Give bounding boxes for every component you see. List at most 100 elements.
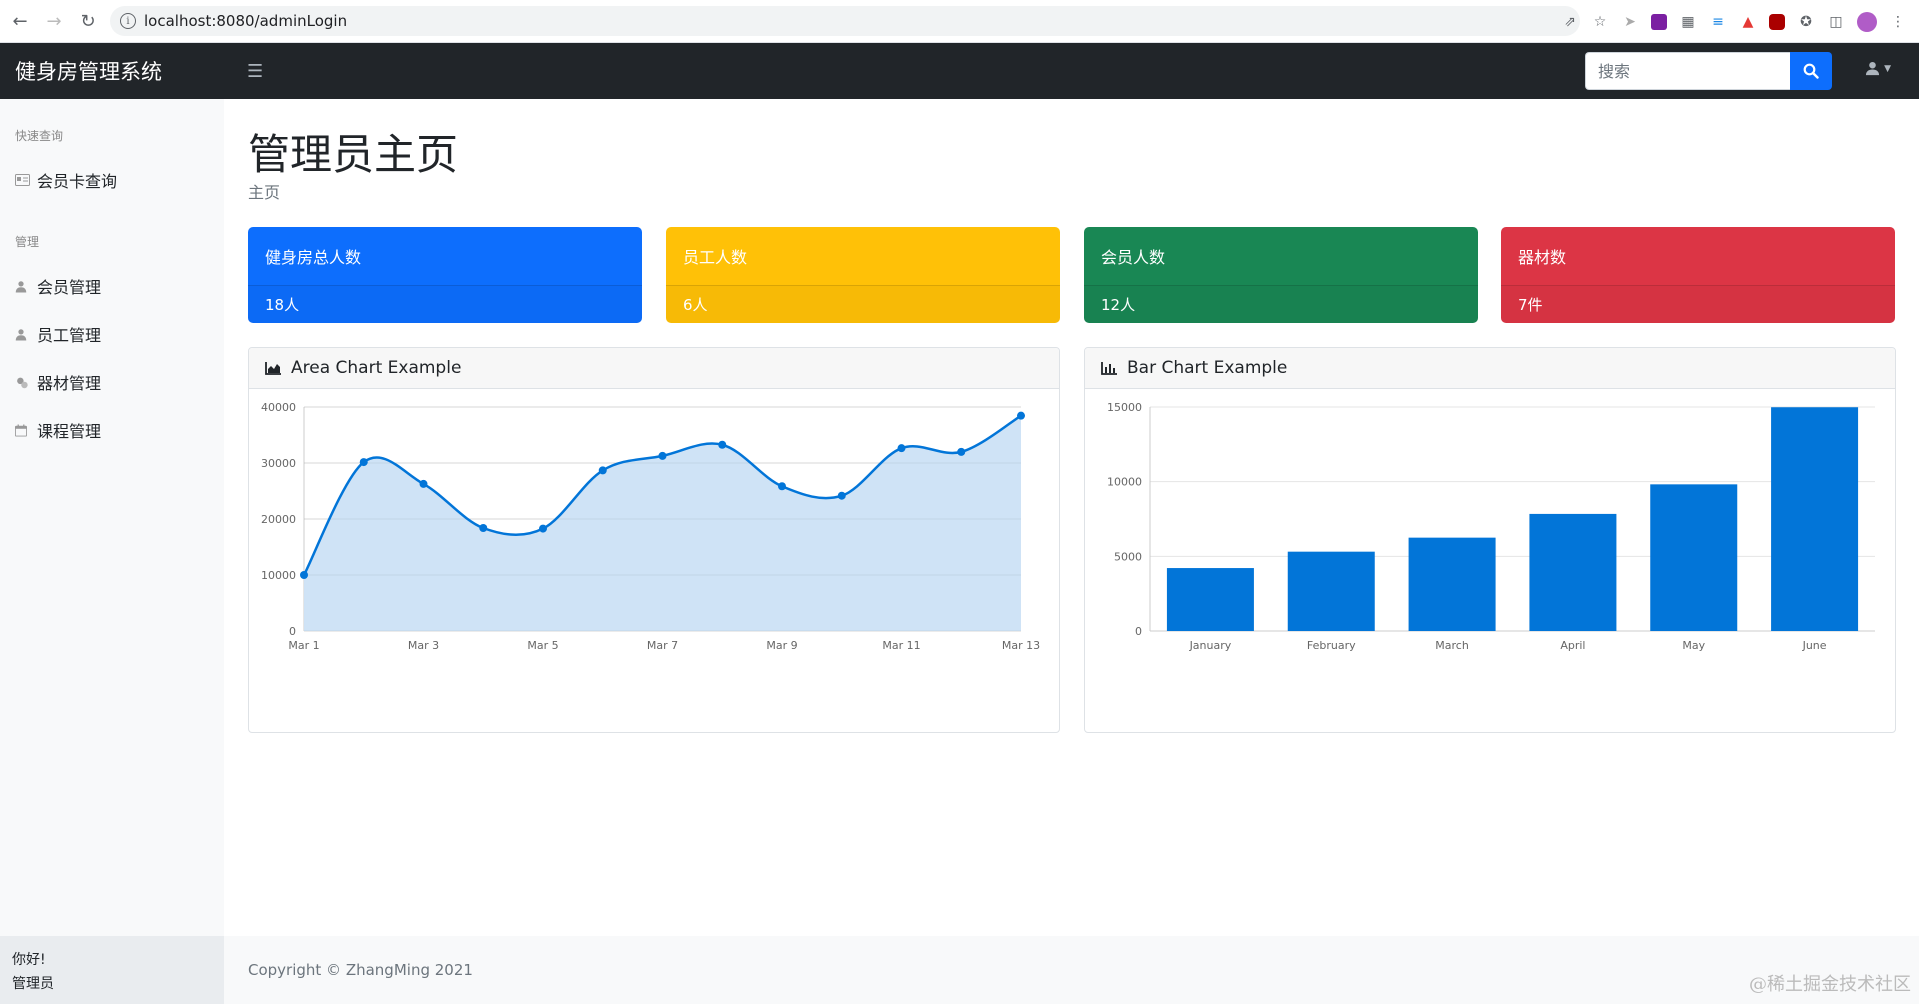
data-point [658,451,667,460]
bar-chart-header: Bar Chart Example [1085,348,1895,389]
card-value: 6人 [666,285,1060,323]
bar [1650,484,1738,631]
area-chart-icon [265,361,281,375]
search-button[interactable] [1790,52,1832,90]
breadcrumb: 主页 [248,183,281,202]
top-navbar: 健身房管理系统 ☰ ▼ [0,43,1919,99]
extension-red-icon[interactable]: ▲ [1739,13,1757,31]
browser-toolbar: ← → ↻ i localhost:8080/adminLogin ⇗ ☆ ➤ … [0,0,1919,43]
watermark-text: @稀土掘金技术社区 [1749,974,1911,995]
area-chart-header: Area Chart Example [249,348,1059,389]
user-icon [15,280,31,293]
y-tick-label: 15000 [1107,401,1142,414]
profile-avatar-icon[interactable] [1857,11,1877,32]
y-tick-label: 40000 [261,401,296,414]
card-title: 会员人数 [1101,248,1166,267]
extension-grid-icon[interactable]: ▦ [1679,13,1697,31]
sidebar-item-equipment[interactable]: 器材管理 [0,367,101,397]
y-tick-label: 20000 [261,513,296,526]
area-chart-title: Area Chart Example [291,358,462,378]
bar-chart-title: Bar Chart Example [1127,358,1288,378]
extension-purple-icon[interactable] [1651,13,1667,30]
bar [1771,407,1859,631]
card-title: 器材数 [1518,248,1567,267]
user-dropdown[interactable]: ▼ [1865,61,1891,76]
area-chart-card: Area Chart Example 0 10000 20000 30000 40000… [248,347,1060,733]
page-footer: Copyright © ZhangMing 2021 [224,936,1919,1004]
sidebar-item-label: 课程管理 [37,422,102,441]
card-title: 健身房总人数 [265,248,362,267]
x-tick-label: Mar 5 [527,639,558,652]
x-tick-label: Mar 11 [882,639,920,652]
extension-cursor-icon[interactable]: ➤ [1621,13,1639,31]
sidebar-item-courses[interactable]: 课程管理 [0,415,101,445]
sidebar-item-members[interactable]: 会员管理 [0,271,101,301]
x-tick-label: Mar 9 [766,639,797,652]
card-value: 12人 [1084,285,1478,323]
bookmark-star-icon[interactable]: ☆ [1591,13,1609,31]
x-tick-label: June [1802,639,1827,652]
bar [1408,537,1496,631]
back-icon[interactable]: ← [6,7,34,35]
url-text: localhost:8080/adminLogin [144,12,348,30]
sidebar-heading-quick: 快速查询 [15,129,64,143]
browser-actions: ⇗ ☆ ➤ ▦ ≡ ▲ ✪ ◫ ⋮ [1561,0,1907,43]
bar-chart-icon [1101,361,1117,375]
x-tick-label: Mar 3 [408,639,439,652]
data-point [479,523,488,532]
bar [1287,551,1375,631]
x-tick-label: Mar 7 [647,639,678,652]
data-point [300,571,308,579]
equipment-icon [15,376,31,389]
ublock-icon[interactable] [1769,13,1785,30]
x-tick-label: February [1307,639,1356,652]
sidebar: 快速查询 会员卡查询 管理 会员管理 员工管理 器材管理 课程管理 你好! 管理… [0,99,224,1004]
stat-card-equipment[interactable]: 器材数 7件 [1501,227,1895,323]
extension-stack-icon[interactable]: ≡ [1709,13,1727,31]
sidebar-item-staff[interactable]: 员工管理 [0,319,101,349]
y-tick-label: 5000 [1114,550,1142,563]
x-tick-label: Mar 1 [288,639,319,652]
site-info-icon[interactable]: i [120,13,136,29]
user-icon [15,328,31,341]
card-title: 员工人数 [683,248,748,267]
address-bar[interactable]: i localhost:8080/adminLogin [110,6,1580,36]
sidebar-toggle-icon[interactable]: ☰ [247,61,263,82]
x-tick-label: March [1435,639,1469,652]
y-tick-label: 30000 [261,457,296,470]
menu-kebab-icon[interactable]: ⋮ [1889,13,1907,31]
user-role-text: 管理员 [12,976,54,992]
search-input[interactable] [1585,52,1790,90]
area-chart: 0 10000 20000 30000 40000 Mar 1 Mar 3 Mar 5 Mar … [261,401,1040,652]
bar [1529,513,1617,631]
sidebar-item-label: 器材管理 [37,374,102,393]
y-tick-label: 0 [289,625,296,638]
x-tick-label: April [1560,639,1585,652]
stat-card-members[interactable]: 会员人数 12人 [1084,227,1478,323]
stat-card-staff[interactable]: 员工人数 6人 [666,227,1060,323]
data-point [539,524,547,533]
greeting-text: 你好! [12,952,46,968]
forward-icon[interactable]: → [40,7,68,35]
data-point [957,447,966,456]
brand-title[interactable]: 健身房管理系统 [15,56,215,86]
x-tick-label: May [1682,639,1705,652]
chevron-down-icon: ▼ [1884,63,1891,74]
calendar-icon [15,424,31,437]
stat-card-gym-total[interactable]: 健身房总人数 18人 [248,227,642,323]
search-form [1585,52,1832,90]
y-tick-label: 0 [1135,625,1142,638]
data-point [1017,411,1025,420]
side-panel-icon[interactable]: ◫ [1827,13,1845,31]
card-value: 18人 [248,285,642,323]
bar-chart-card: Bar Chart Example 0 5000 10000 15000 January… [1084,347,1896,733]
page-title: 管理员主页 [248,130,459,179]
data-point [419,479,428,488]
sidebar-item-label: 员工管理 [37,326,102,345]
y-tick-label: 10000 [261,569,296,582]
extensions-puzzle-icon[interactable]: ✪ [1797,13,1815,31]
reload-icon[interactable]: ↻ [74,7,102,35]
sidebar-item-card-query[interactable]: 会员卡查询 [0,165,117,195]
share-icon[interactable]: ⇗ [1561,13,1579,31]
data-point [778,482,786,491]
